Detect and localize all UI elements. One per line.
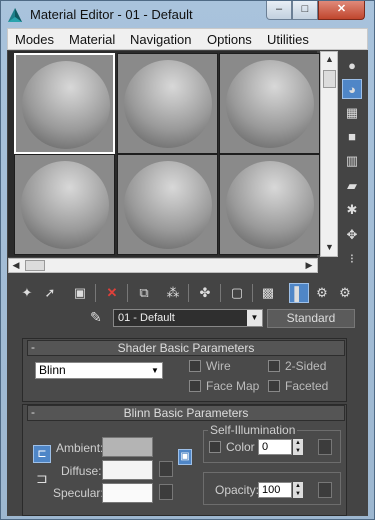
opacity-label: Opacity: bbox=[215, 483, 260, 497]
face-map-checkbox[interactable] bbox=[189, 380, 201, 392]
face-map-label: Face Map bbox=[206, 379, 260, 393]
opacity-spinner[interactable]: ▲ ▼ bbox=[293, 482, 303, 498]
reset-map-icon[interactable]: ✕ bbox=[102, 283, 122, 303]
self-illum-map-button[interactable] bbox=[318, 439, 332, 455]
material-sphere-preview bbox=[226, 60, 314, 148]
window-title: Material Editor - 01 - Default bbox=[30, 7, 193, 22]
title-bar[interactable]: Material Editor - 01 - Default – □ ✕ bbox=[0, 0, 375, 30]
slots-horizontal-scrollbar[interactable]: ◀ ▶ bbox=[8, 258, 318, 273]
self-illum-color-checkbox[interactable] bbox=[209, 441, 221, 453]
sample-slot-6[interactable] bbox=[219, 154, 320, 255]
ambient-label: Ambient: bbox=[56, 441, 104, 455]
sample-slot-3[interactable] bbox=[219, 53, 320, 154]
material-name-field[interactable]: 01 - Default bbox=[113, 309, 263, 327]
ambient-color-swatch[interactable] bbox=[102, 437, 153, 457]
menu-material[interactable]: Material bbox=[69, 32, 115, 47]
shader-rollout-header[interactable]: Shader Basic Parameters bbox=[27, 340, 345, 356]
slots-vertical-scrollbar[interactable]: ▲ ▼ bbox=[320, 51, 338, 257]
specular-map-button[interactable] bbox=[159, 484, 173, 500]
sample-slot-4[interactable] bbox=[14, 154, 115, 255]
two-sided-label: 2-Sided bbox=[285, 359, 327, 373]
menu-utilities[interactable]: Utilities bbox=[267, 32, 309, 47]
close-button[interactable]: ✕ bbox=[318, 1, 365, 20]
vertical-scroll-thumb[interactable] bbox=[323, 70, 336, 88]
material-sphere-preview bbox=[124, 60, 212, 148]
scroll-up-icon[interactable]: ▲ bbox=[323, 54, 336, 64]
maximize-button[interactable]: □ bbox=[292, 1, 318, 20]
scroll-right-icon[interactable]: ▶ bbox=[304, 260, 314, 271]
background-checker-icon[interactable]: ▦ bbox=[342, 103, 362, 123]
collapse-icon[interactable]: - bbox=[31, 340, 35, 354]
lock-diffuse-specular-icon[interactable]: ⊐ bbox=[36, 470, 48, 487]
material-sphere-preview bbox=[21, 161, 109, 249]
shader-type-dropdown[interactable]: Blinn bbox=[35, 362, 163, 379]
eyedropper-icon[interactable]: ✎ bbox=[90, 309, 106, 327]
assign-material-icon[interactable]: ▣ bbox=[70, 283, 90, 303]
sample-slot-2[interactable] bbox=[117, 53, 218, 154]
toolbar-separator bbox=[252, 284, 253, 302]
material-name-dropdown-icon[interactable]: ▼ bbox=[247, 310, 262, 326]
options-icon[interactable]: ✱ bbox=[342, 200, 362, 220]
app-logo-icon bbox=[6, 6, 24, 24]
wire-checkbox[interactable] bbox=[189, 360, 201, 372]
two-sided-checkbox[interactable] bbox=[268, 360, 280, 372]
sample-slot-5[interactable] bbox=[117, 154, 218, 255]
put-material-to-scene-icon[interactable]: ➚ bbox=[40, 283, 60, 303]
self-illum-value-field[interactable]: 0 bbox=[258, 439, 292, 455]
menu-modes[interactable]: Modes bbox=[15, 32, 54, 47]
specular-color-swatch[interactable] bbox=[102, 483, 153, 503]
sample-uv-tiling-icon[interactable]: ■ bbox=[342, 127, 362, 147]
menu-navigation[interactable]: Navigation bbox=[130, 32, 191, 47]
faceted-label: Faceted bbox=[285, 379, 329, 393]
diffuse-map-button[interactable] bbox=[159, 461, 173, 477]
opacity-map-button[interactable] bbox=[318, 482, 332, 498]
toolbar-separator bbox=[188, 284, 189, 302]
make-preview-icon[interactable]: ▰ bbox=[342, 176, 362, 196]
chevron-down-icon: ▼ bbox=[151, 366, 159, 375]
material-id-channel-icon[interactable]: ✤ bbox=[195, 283, 215, 303]
diffuse-label: Diffuse: bbox=[61, 464, 102, 478]
diffuse-color-swatch[interactable] bbox=[102, 460, 153, 480]
minimize-button[interactable]: – bbox=[266, 1, 292, 20]
wire-label: Wire bbox=[206, 359, 231, 373]
select-by-material-icon[interactable]: ✥ bbox=[342, 225, 362, 245]
lock-ambient-diffuse-icon[interactable]: ⊏ bbox=[33, 445, 51, 463]
faceted-checkbox[interactable] bbox=[268, 380, 280, 392]
pick-material-from-object-icon[interactable]: ⚙ bbox=[335, 283, 355, 303]
menu-options[interactable]: Options bbox=[207, 32, 252, 47]
material-map-navigator-icon[interactable]: ⁝ bbox=[342, 249, 362, 269]
horizontal-scroll-thumb[interactable] bbox=[25, 260, 45, 271]
lock-icon[interactable]: ▣ bbox=[178, 449, 192, 465]
specular-label: Specular: bbox=[53, 486, 104, 500]
backlight-icon[interactable]: ◕ bbox=[342, 79, 362, 99]
self-illum-spinner[interactable]: ▲ ▼ bbox=[293, 439, 303, 455]
show-end-result-icon[interactable]: ▩ bbox=[258, 283, 278, 303]
opacity-value-field[interactable]: 100 bbox=[258, 482, 292, 498]
material-sphere-preview bbox=[22, 61, 110, 149]
put-to-library-icon[interactable]: ⁂ bbox=[163, 283, 183, 303]
toolbar-separator bbox=[220, 284, 221, 302]
scroll-left-icon[interactable]: ◀ bbox=[11, 260, 21, 271]
go-forward-to-sibling-icon[interactable]: ⚙ bbox=[312, 283, 332, 303]
material-type-button[interactable]: Standard bbox=[267, 309, 355, 328]
blinn-rollout-header[interactable]: Blinn Basic Parameters bbox=[27, 405, 345, 421]
material-sphere-preview bbox=[124, 161, 212, 249]
go-to-parent-icon[interactable]: ▌ bbox=[289, 283, 309, 303]
scroll-down-icon[interactable]: ▼ bbox=[323, 242, 336, 252]
get-material-icon[interactable]: ✦ bbox=[17, 283, 37, 303]
material-sphere-preview bbox=[226, 161, 314, 249]
shader-rollout-title: Shader Basic Parameters bbox=[117, 341, 255, 355]
collapse-icon[interactable]: - bbox=[31, 405, 35, 419]
make-unique-icon[interactable]: ⧉ bbox=[134, 283, 154, 303]
shader-type-value: Blinn bbox=[39, 363, 66, 377]
blinn-rollout-title: Blinn Basic Parameters bbox=[123, 406, 249, 420]
toolbar-separator bbox=[95, 284, 96, 302]
video-color-check-icon[interactable]: ▥ bbox=[342, 151, 362, 171]
toolbar-separator bbox=[127, 284, 128, 302]
self-illum-color-label: Color bbox=[226, 440, 255, 454]
self-illumination-title: Self-Illumination bbox=[208, 423, 298, 437]
sample-type-sphere-icon[interactable]: ● bbox=[342, 56, 362, 76]
show-map-in-viewport-icon[interactable]: ▢ bbox=[227, 283, 247, 303]
sample-slot-1[interactable] bbox=[14, 53, 115, 154]
